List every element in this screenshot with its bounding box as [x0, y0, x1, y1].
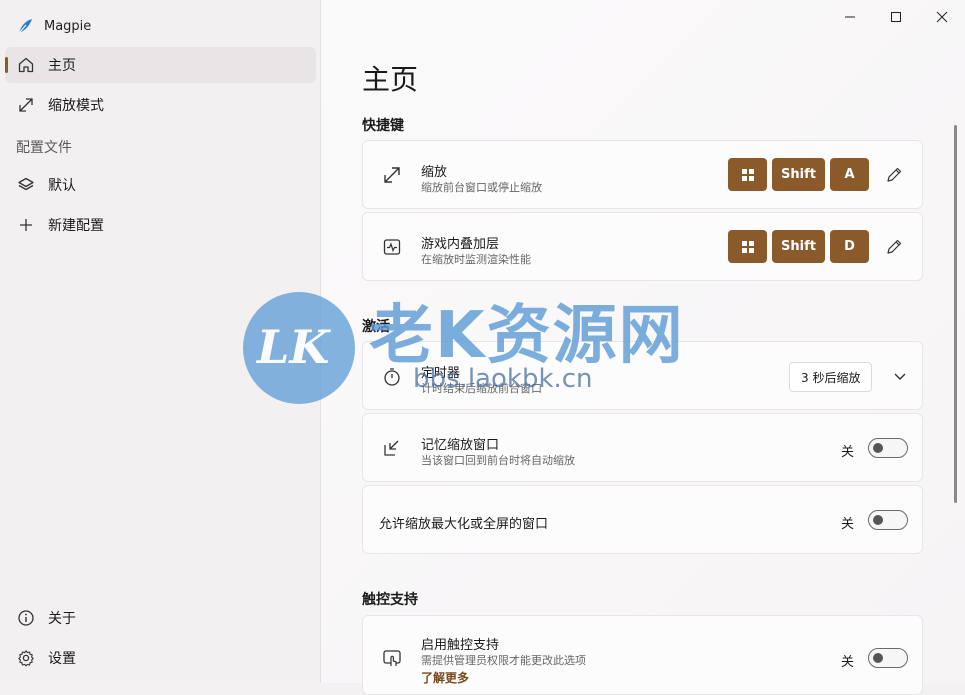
close-icon	[936, 11, 948, 23]
plus-icon	[16, 215, 36, 235]
main-content: 主页 快捷键 缩放 缩放前台窗口或停止缩放 Shift A 游戏内叠加层 在缩放…	[321, 0, 965, 695]
toggle-state-label: 关	[841, 517, 855, 532]
shortcut-title: 游戏内叠加层	[421, 237, 500, 252]
pencil-icon	[887, 239, 902, 254]
layers-icon	[16, 175, 36, 195]
timer-delay-value: 3 秒后缩放	[801, 370, 861, 385]
sidebar-item-home[interactable]: 主页	[5, 47, 316, 83]
info-icon	[16, 608, 36, 628]
toggle-knob	[873, 515, 883, 525]
sidebar-item-settings[interactable]: 设置	[5, 640, 316, 676]
sidebar-item-label: 新建配置	[48, 218, 104, 234]
sidebar: Magpie 主页 缩放模式 配置文件 默认 新建配置 关于 设置	[0, 0, 321, 683]
edit-shortcut-button[interactable]	[880, 233, 908, 261]
activation-section-header: 激活	[362, 319, 390, 335]
magpie-feather-icon	[18, 19, 32, 34]
windows-logo-icon	[741, 168, 754, 181]
toggle-state-label: 关	[841, 445, 855, 460]
allow-maximized-title: 允许缩放最大化或全屏的窗口	[379, 517, 549, 532]
shortcut-subtitle: 在缩放时监测渲染性能	[421, 253, 531, 266]
chevron-down-icon	[894, 373, 906, 380]
learn-more-link[interactable]: 了解更多	[421, 669, 469, 686]
vertical-scrollbar[interactable]	[954, 125, 957, 503]
app-title-bar: Magpie	[16, 14, 91, 38]
allow-maximized-toggle[interactable]	[868, 510, 908, 530]
timer-title: 定时器	[421, 366, 461, 381]
sidebar-item-about[interactable]: 关于	[5, 600, 316, 636]
remember-title: 记忆缩放窗口	[421, 438, 500, 453]
resize-icon	[16, 95, 36, 115]
close-button[interactable]	[919, 0, 965, 34]
letter-key-chip: D	[830, 230, 869, 263]
win-key-chip	[728, 158, 767, 191]
touch-subtitle: 需提供管理员权限才能更改此选项	[421, 654, 586, 667]
sidebar-item-label: 缩放模式	[48, 98, 104, 114]
page-title: 主页	[362, 63, 419, 96]
touch-support-card: 启用触控支持 需提供管理员权限才能更改此选项 了解更多 关	[362, 615, 923, 695]
remember-window-card: 记忆缩放窗口 当该窗口回到前台时将自动缩放 关	[362, 413, 923, 482]
sidebar-item-label: 主页	[48, 58, 76, 74]
resize-icon	[381, 164, 403, 186]
remember-window-toggle[interactable]	[868, 438, 908, 458]
timer-subtitle: 计时结束后缩放前台窗口	[421, 382, 542, 395]
expand-timer-button[interactable]	[890, 366, 910, 386]
sidebar-item-new-profile[interactable]: 新建配置	[5, 207, 316, 243]
allow-maximized-card: 允许缩放最大化或全屏的窗口 关	[362, 485, 923, 554]
windows-logo-icon	[741, 240, 754, 253]
minimize-button[interactable]	[827, 0, 873, 34]
minimize-icon	[845, 16, 855, 18]
sidebar-item-label: 关于	[48, 611, 76, 627]
shortcut-scale-card: 缩放 缩放前台窗口或停止缩放 Shift A	[362, 140, 923, 209]
touch-icon	[381, 647, 403, 669]
timer-icon	[381, 366, 403, 388]
shortcut-title: 缩放	[421, 165, 448, 180]
sidebar-item-default-profile[interactable]: 默认	[5, 167, 316, 203]
shortcut-subtitle: 缩放前台窗口或停止缩放	[421, 181, 542, 194]
touch-support-toggle[interactable]	[868, 648, 908, 668]
sidebar-item-scale-modes[interactable]: 缩放模式	[5, 87, 316, 123]
letter-key-chip: A	[830, 158, 869, 191]
remember-subtitle: 当该窗口回到前台时将自动缩放	[421, 454, 575, 467]
toggle-knob	[873, 653, 883, 663]
timer-delay-select[interactable]: 3 秒后缩放	[789, 362, 873, 392]
app-title: Magpie	[44, 18, 92, 34]
profiles-section-header: 配置文件	[16, 140, 72, 156]
touch-section-header: 触控支持	[362, 592, 418, 608]
gear-icon	[16, 648, 36, 668]
maximize-button[interactable]	[873, 0, 919, 34]
shortcuts-section-header: 快捷键	[362, 118, 404, 134]
shift-key-chip: Shift	[772, 158, 825, 191]
home-icon	[16, 55, 36, 75]
sidebar-item-label: 默认	[48, 178, 76, 194]
pencil-icon	[887, 167, 902, 182]
window-controls	[827, 0, 965, 34]
shortcut-overlay-card: 游戏内叠加层 在缩放时监测渲染性能 Shift D	[362, 212, 923, 281]
toggle-state-label: 关	[841, 655, 855, 670]
toggle-knob	[873, 443, 883, 453]
shift-key-chip: Shift	[772, 230, 825, 263]
restore-window-icon	[381, 437, 403, 459]
performance-monitor-icon	[381, 236, 403, 258]
touch-title: 启用触控支持	[421, 638, 500, 653]
timer-card: 定时器 计时结束后缩放前台窗口 3 秒后缩放	[362, 341, 923, 410]
magpie-window: Magpie 主页 缩放模式 配置文件 默认 新建配置 关于 设置 主页 快捷键…	[0, 0, 965, 695]
edit-shortcut-button[interactable]	[880, 161, 908, 189]
maximize-icon	[891, 12, 901, 22]
sidebar-item-label: 设置	[48, 651, 76, 667]
win-key-chip	[728, 230, 767, 263]
